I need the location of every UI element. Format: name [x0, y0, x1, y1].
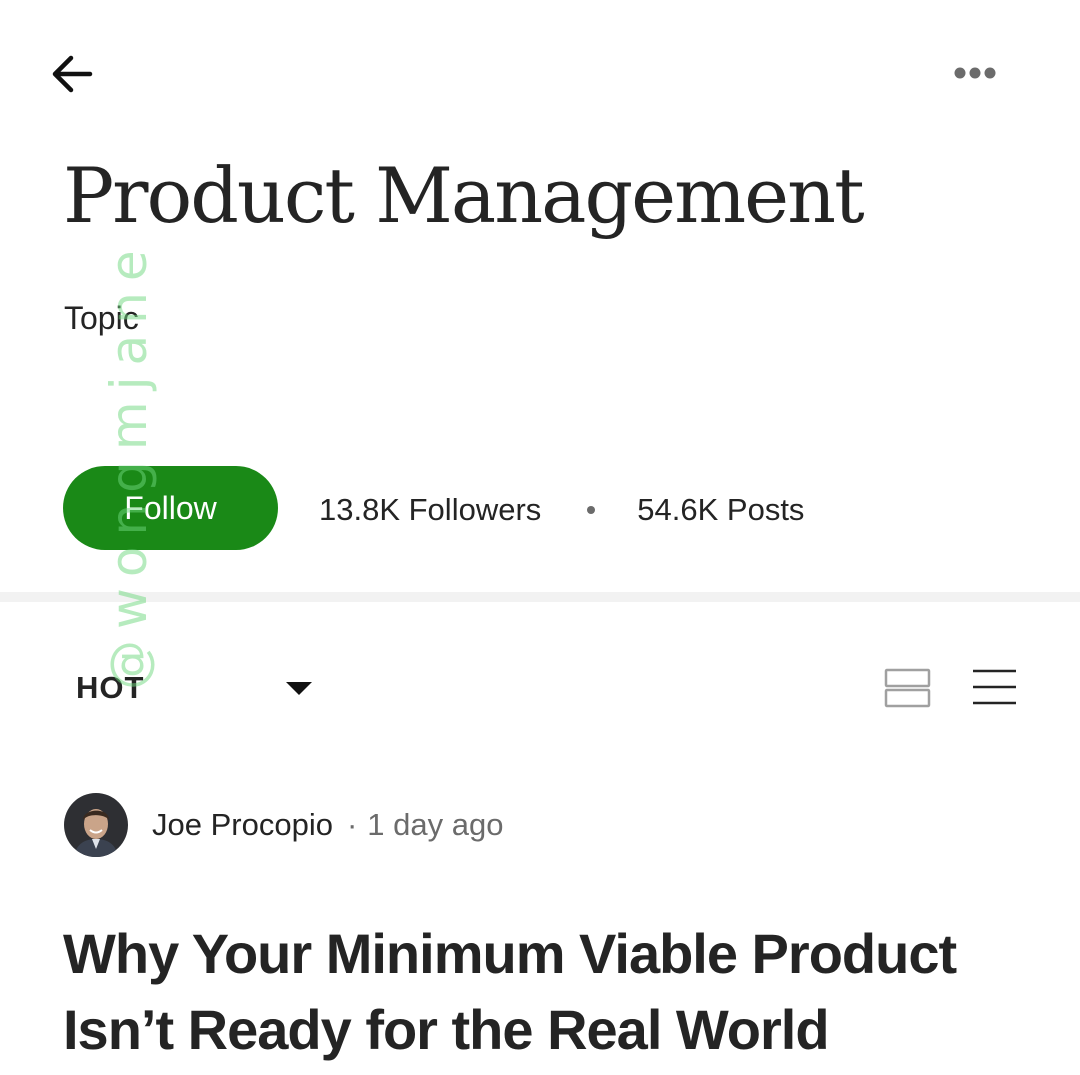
more-options-button[interactable] [946, 55, 1004, 91]
list-view-icon [973, 669, 1016, 705]
topic-type-label: Topic [64, 300, 139, 336]
top-app-bar [0, 0, 1080, 140]
avatar-image [64, 793, 128, 857]
meta-separator: · [346, 807, 358, 842]
article-title[interactable]: Why Your Minimum Viable Product Isn’t Re… [63, 916, 1053, 1068]
author-name[interactable]: Joe Procopio [152, 807, 333, 843]
stats-separator-dot [587, 506, 596, 514]
sort-dropdown[interactable]: HOT [76, 664, 326, 712]
followers-count[interactable]: 13.8K Followers [319, 492, 541, 528]
follow-button[interactable]: Follow [63, 466, 278, 550]
posts-count: 54.6K Posts [637, 492, 805, 527]
sort-label: HOT [76, 670, 145, 705]
caret-down-icon [286, 682, 312, 695]
topic-stats: 13.8K Followers 54.6K Posts [319, 490, 804, 530]
topic-title: Product Management [63, 151, 865, 240]
card-view-icon [884, 668, 931, 708]
more-horizontal-icon [954, 67, 996, 79]
list-view-button[interactable] [966, 664, 1022, 712]
back-button[interactable] [44, 48, 100, 100]
author-avatar[interactable] [64, 793, 128, 857]
section-divider [0, 592, 1080, 602]
card-view-button[interactable] [880, 664, 936, 712]
post-timestamp: 1 day ago [367, 807, 504, 842]
arrow-left-icon [52, 55, 93, 93]
post-author-row: Joe Procopio · 1 day ago [64, 792, 503, 858]
